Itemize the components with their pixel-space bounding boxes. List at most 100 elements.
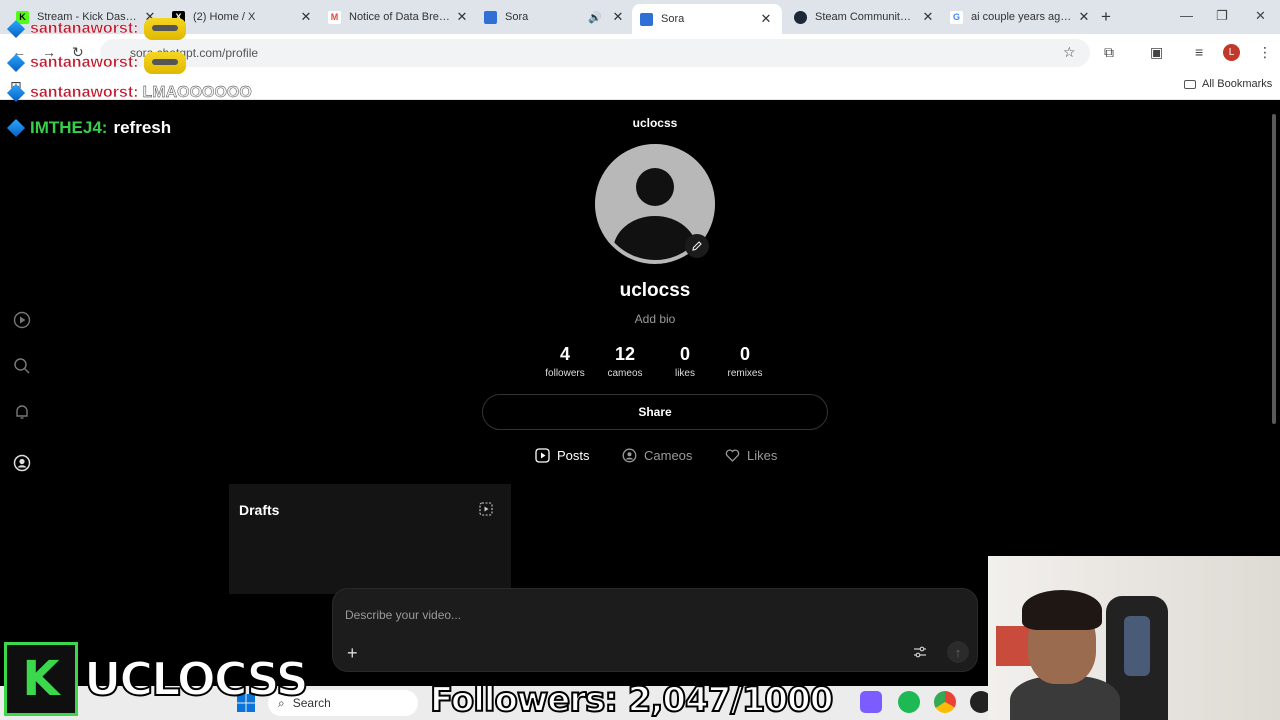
chrome-icon[interactable] [934, 691, 956, 713]
emote-icon [144, 52, 187, 74]
steam-icon [794, 10, 807, 24]
prompt-composer: + ↑ [332, 588, 978, 672]
chat-username: santanaworst: [30, 54, 139, 71]
sora-icon [484, 10, 497, 24]
google-icon: G [950, 10, 963, 24]
settings-sliders-icon[interactable] [913, 645, 927, 659]
tab-steam[interactable]: Steam Community :: C ✕ [794, 6, 934, 28]
tab-likes[interactable]: Likes [725, 448, 777, 463]
tab-title: (2) Home / X [193, 11, 256, 23]
tab-sora-1[interactable]: Sora 🔊 ✕ [484, 6, 624, 28]
tab-title: ai couple years ago - [971, 11, 1072, 23]
chat-username: santanaworst: [30, 84, 139, 101]
stat-likes[interactable]: 0 likes [655, 344, 715, 379]
emote-icon [144, 18, 187, 40]
follower-goal-overlay: Followers: 2,047/1000 [429, 679, 834, 720]
stat-value: 0 [739, 344, 750, 364]
add-media-button[interactable]: + [347, 643, 358, 664]
kick-logo: K [4, 642, 78, 716]
stat-label: likes [674, 368, 695, 379]
close-icon[interactable]: ✕ [300, 9, 312, 25]
tab-label: Cameos [644, 448, 693, 463]
page-scrollbar[interactable] [1270, 102, 1278, 432]
stat-value: 0 [679, 344, 690, 364]
stat-label: remixes [727, 368, 763, 379]
gmail-icon: M [328, 10, 341, 24]
tab-title: Notice of Data Breach [349, 11, 450, 23]
spotify-icon[interactable] [898, 691, 920, 713]
page-title: uclocss [632, 116, 678, 130]
stat-cameos[interactable]: 12 cameos [595, 344, 655, 379]
drafts-title: Drafts [239, 502, 280, 518]
window-close-icon[interactable]: ✕ [1255, 8, 1266, 24]
chat-message: santanaworst: [6, 52, 187, 74]
face-circle-icon [622, 448, 637, 463]
chat-username: santanaworst: [30, 20, 139, 37]
stat-label: followers [545, 368, 585, 379]
chat-message: santanaworst: LMAOOOOOO [6, 83, 252, 103]
pencil-icon [692, 241, 702, 251]
close-icon[interactable]: ✕ [922, 9, 934, 25]
close-icon[interactable]: ✕ [1078, 9, 1090, 25]
restore-icon[interactable]: ❐ [1216, 8, 1228, 24]
close-icon[interactable]: ✕ [612, 9, 624, 25]
submit-arrow-button[interactable]: ↑ [947, 641, 969, 663]
tab-x-home[interactable]: X (2) Home / X ✕ [172, 6, 312, 28]
tab-title: Steam Community :: C [815, 11, 916, 23]
new-tab-button[interactable]: + [1101, 7, 1111, 27]
tab-posts[interactable]: Posts [535, 448, 590, 463]
tab-google-search[interactable]: G ai couple years ago - ✕ [950, 6, 1090, 28]
tab-label: Posts [557, 448, 590, 463]
channel-name-overlay: UCLOCSS [83, 651, 310, 707]
tab-title: Sora [661, 13, 685, 25]
edit-avatar-button[interactable] [685, 234, 709, 258]
describe-video-input[interactable] [345, 605, 945, 625]
speaker-icon[interactable]: 🔊 [588, 11, 602, 24]
tab-sora-active[interactable]: Sora ✕ [632, 4, 782, 34]
tab-gmail[interactable]: M Notice of Data Breach ✕ [328, 6, 468, 28]
stat-label: cameos [607, 368, 643, 379]
add-bio-link[interactable]: Add bio [0, 312, 1280, 326]
stat-value: 12 [614, 344, 636, 364]
all-bookmarks[interactable]: All Bookmarks [1184, 78, 1272, 90]
stat-followers[interactable]: 4 followers [535, 344, 595, 379]
scrollbar-thumb[interactable] [1272, 114, 1276, 424]
nav-profile-icon[interactable] [12, 453, 32, 473]
badge-icon [6, 83, 26, 103]
extensions-icon[interactable]: ⧉ [1104, 44, 1114, 61]
app-icon[interactable] [860, 691, 882, 713]
play-square-icon [535, 448, 550, 463]
tab-title: Sora [505, 11, 529, 23]
heart-icon [725, 449, 740, 462]
badge-icon [6, 19, 26, 39]
all-bookmarks-label: All Bookmarks [1202, 78, 1273, 90]
stat-value: 4 [559, 344, 570, 364]
profile-name: uclocss [619, 280, 691, 301]
webcam-person-hair [1022, 590, 1102, 630]
tab-label: Likes [747, 448, 778, 463]
chat-message: santanaworst: [6, 18, 187, 40]
drafts-icon [479, 502, 493, 516]
tab-cameos[interactable]: Cameos [622, 448, 692, 463]
media-icon[interactable]: ≡ [1195, 44, 1203, 60]
share-button[interactable]: Share [482, 394, 828, 430]
bookmark-star-icon[interactable]: ☆ [1063, 44, 1076, 61]
menu-icon[interactable]: ⋮ [1258, 44, 1272, 61]
badge-icon [6, 53, 26, 73]
sora-icon [640, 12, 653, 26]
webcam-feed [988, 556, 1280, 720]
stat-remixes[interactable]: 0 remixes [715, 344, 775, 379]
sidepanel-icon[interactable]: ▣ [1150, 44, 1163, 61]
browser-toolbar: ← → ↻ sora.chatgpt.com/profile ☆ ⧉ ▣ ≡ ⋮ [0, 34, 1280, 72]
close-icon[interactable]: ✕ [760, 11, 772, 27]
webcam-shelf [996, 626, 1032, 666]
folder-icon [1184, 79, 1196, 89]
close-icon[interactable]: ✕ [456, 9, 468, 25]
profile-avatar[interactable]: L [1223, 44, 1240, 61]
chat-text: LMAOOOOOO [142, 84, 252, 101]
tab-strip: K Stream - Kick Dashboard ✕ X (2) Home /… [0, 0, 1280, 34]
nav-search-icon[interactable] [12, 356, 32, 376]
minimize-icon[interactable]: — [1180, 8, 1193, 23]
nav-notifications-icon[interactable] [12, 402, 32, 422]
drafts-card[interactable]: Drafts [229, 484, 511, 594]
